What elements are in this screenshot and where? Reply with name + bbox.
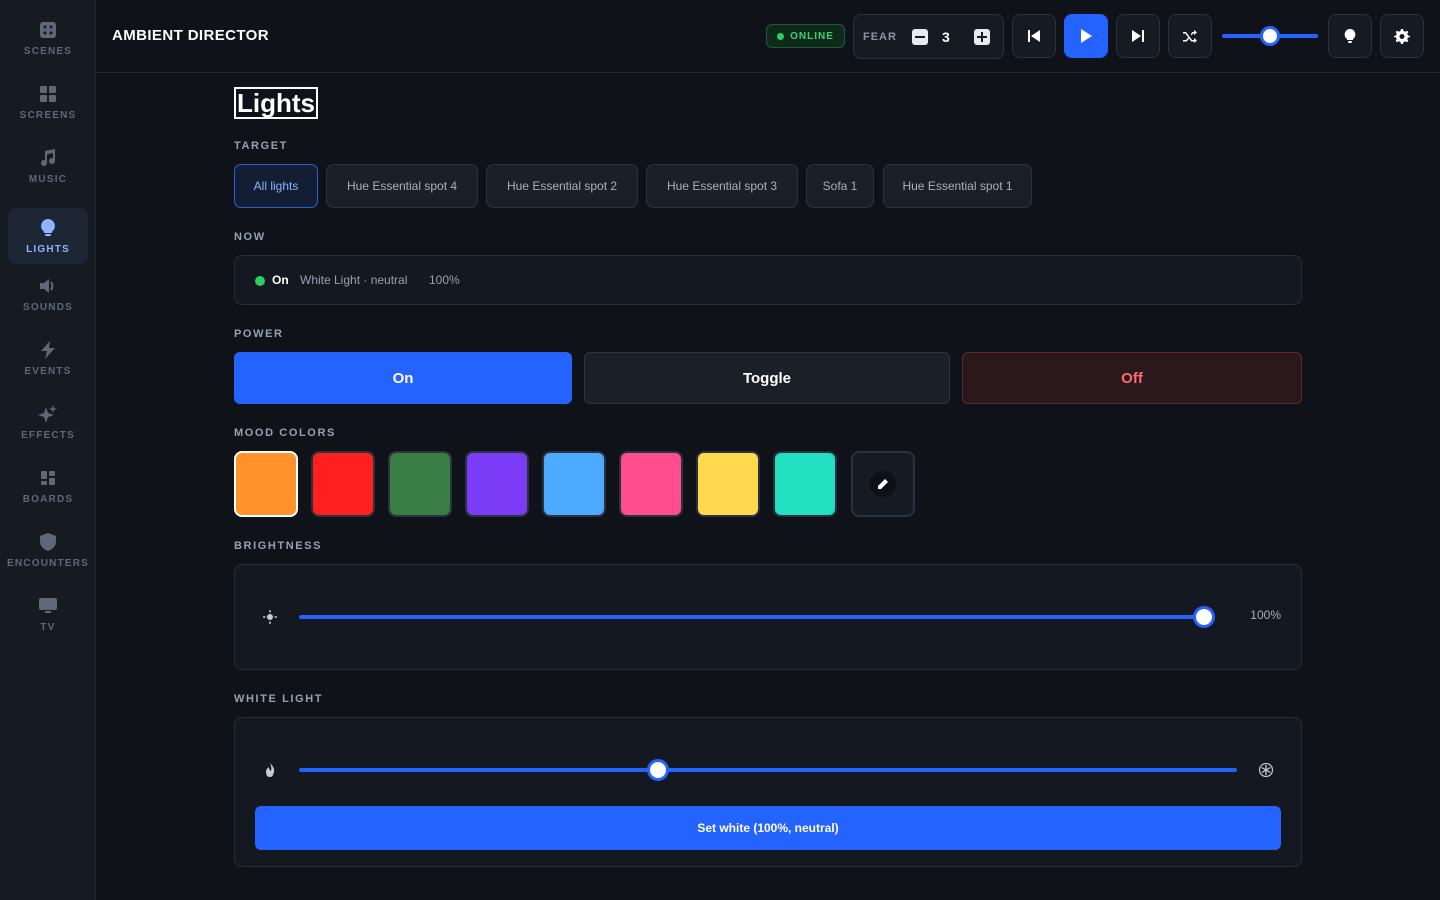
fear-value: 3: [942, 29, 950, 45]
snowflake-icon: [1259, 763, 1273, 777]
sidebar-item-label: SCENES: [23, 45, 73, 57]
target-hue-spot-3[interactable]: Hue Essential spot 3: [646, 164, 798, 208]
skip-previous-icon: [1028, 30, 1040, 42]
lightbulb-icon: [38, 218, 58, 238]
top-bar: AMBIENT DIRECTOR ONLINE FEAR 3: [96, 0, 1440, 73]
sidebar-item-screens[interactable]: SCREENS: [8, 74, 88, 130]
set-white-button[interactable]: Set white (100%, neutral): [255, 806, 1281, 850]
fear-decrement-button[interactable]: [912, 29, 928, 45]
sparkles-icon: [38, 404, 58, 424]
target-hue-spot-2[interactable]: Hue Essential spot 2: [486, 164, 638, 208]
brightness-value: 100%: [1250, 608, 1281, 622]
grid-icon: [38, 84, 58, 104]
sidebar-item-events[interactable]: EVENTS: [8, 330, 88, 386]
white-light-slider[interactable]: [299, 768, 1237, 772]
dashboard-icon: [38, 468, 58, 488]
sidebar-item-tv[interactable]: TV: [8, 586, 88, 642]
power-section-label: POWER: [234, 328, 284, 340]
sidebar-item-label: BOARDS: [22, 493, 74, 505]
sidebar-item-label: SOUNDS: [23, 301, 73, 313]
shield-icon: [38, 532, 58, 552]
gear-icon: [1394, 29, 1410, 44]
sidebar-item-lights[interactable]: LIGHTS: [8, 208, 88, 264]
power-toggle-button[interactable]: Toggle: [584, 352, 950, 404]
skip-next-icon: [1132, 30, 1144, 42]
mood-color-swatch[interactable]: [542, 451, 606, 517]
mood-color-swatch[interactable]: [619, 451, 683, 517]
fear-increment-button[interactable]: [974, 29, 990, 45]
shuffle-button[interactable]: [1168, 14, 1212, 58]
mood-color-swatch[interactable]: [773, 451, 837, 517]
sidebar-item-music[interactable]: MUSIC: [8, 138, 88, 194]
target-hue-spot-4[interactable]: Hue Essential spot 4: [326, 164, 478, 208]
scenes-icon: [38, 20, 58, 40]
brightness-section-label: BRIGHTNESS: [234, 540, 323, 552]
now-section-label: NOW: [234, 231, 266, 243]
music-note-icon: [38, 148, 58, 168]
sidebar-item-label: SCREENS: [19, 109, 77, 121]
volume-slider[interactable]: [1222, 26, 1318, 46]
power-off-button[interactable]: Off: [962, 352, 1302, 404]
sidebar-item-label: MUSIC: [28, 173, 68, 185]
white-light-section-label: WHITE LIGHT: [234, 693, 324, 705]
brightness-thumb[interactable]: [1193, 606, 1215, 628]
sidebar-item-boards[interactable]: BOARDS: [8, 458, 88, 514]
mood-color-swatch[interactable]: [311, 451, 375, 517]
sidebar-item-effects[interactable]: EFFECTS: [8, 394, 88, 450]
volume-thumb[interactable]: [1260, 26, 1280, 46]
mood-color-swatch[interactable]: [234, 451, 298, 517]
flame-icon: [263, 763, 277, 777]
brightness-control: 100%: [234, 564, 1302, 670]
sidebar-item-label: ENCOUNTERS: [7, 557, 90, 569]
white-light-control: Set white (100%, neutral): [234, 717, 1302, 867]
target-all-lights[interactable]: All lights: [234, 164, 318, 208]
status-label: ONLINE: [790, 30, 834, 42]
status-badge: ONLINE: [766, 24, 845, 48]
bolt-icon: [38, 340, 58, 360]
mood-color-swatch[interactable]: [696, 451, 760, 517]
previous-track-button[interactable]: [1012, 14, 1056, 58]
page-title: Lights: [234, 87, 318, 119]
now-status: On White Light · neutral 100%: [234, 255, 1302, 305]
play-icon: [1081, 29, 1092, 43]
white-light-thumb[interactable]: [647, 759, 670, 781]
fear-counter: FEAR 3: [853, 14, 1004, 59]
lights-quick-button[interactable]: [1328, 14, 1372, 58]
sidebar: SCENES SCREENS MUSIC LIGHTS SOUNDS EVENT…: [0, 0, 96, 900]
brightness-slider[interactable]: [299, 615, 1204, 619]
target-section-label: TARGET: [234, 140, 289, 152]
power-on-button[interactable]: On: [234, 352, 572, 404]
play-button[interactable]: [1064, 14, 1108, 58]
monitor-icon: [38, 596, 58, 616]
fear-label: FEAR: [863, 31, 897, 43]
now-brightness: 100%: [429, 273, 460, 287]
sidebar-item-label: EFFECTS: [21, 429, 75, 441]
status-dot: [255, 276, 265, 286]
now-description: White Light · neutral: [300, 273, 408, 287]
sidebar-item-sounds[interactable]: SOUNDS: [8, 266, 88, 322]
mood-color-swatch[interactable]: [388, 451, 452, 517]
sidebar-item-label: EVENTS: [24, 365, 72, 377]
now-state: On: [272, 273, 289, 287]
pencil-icon: [870, 471, 896, 497]
sidebar-item-label: TV: [40, 621, 56, 633]
status-dot: [777, 32, 785, 40]
mood-colors-section-label: MOOD COLORS: [234, 427, 336, 439]
app-title: AMBIENT DIRECTOR: [112, 27, 269, 44]
next-track-button[interactable]: [1116, 14, 1160, 58]
shuffle-icon: [1183, 30, 1197, 43]
custom-color-button[interactable]: [851, 451, 915, 517]
sidebar-item-scenes[interactable]: SCENES: [8, 10, 88, 66]
sun-icon: [263, 610, 277, 624]
target-hue-spot-1[interactable]: Hue Essential spot 1: [883, 164, 1032, 208]
settings-button[interactable]: [1380, 14, 1424, 58]
target-sofa-1[interactable]: Sofa 1: [806, 164, 874, 208]
lightbulb-icon: [1344, 29, 1356, 43]
sidebar-item-label: LIGHTS: [26, 243, 70, 255]
mood-color-swatch[interactable]: [465, 451, 529, 517]
speaker-icon: [38, 276, 58, 296]
sidebar-item-encounters[interactable]: ENCOUNTERS: [7, 522, 90, 578]
